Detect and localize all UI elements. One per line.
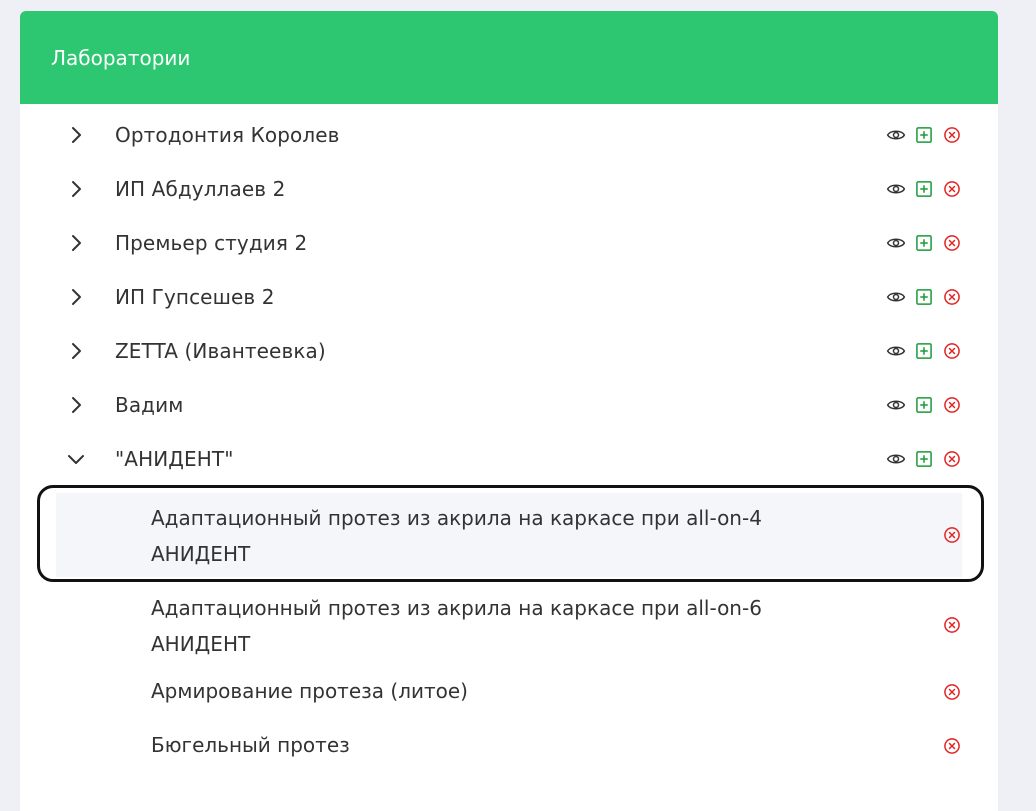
chevron-right-icon[interactable] (64, 285, 88, 309)
lab-row[interactable]: Вадим (56, 392, 962, 418)
lab-actions (886, 179, 962, 199)
plus-square-icon[interactable] (914, 449, 934, 469)
lab-name[interactable]: ZETTA (Ивантеевка) (115, 339, 326, 363)
service-item[interactable]: Адаптационный протез из акрила на каркас… (56, 583, 962, 667)
lab-name[interactable]: Вадим (115, 393, 183, 417)
lab-name[interactable]: Премьер студия 2 (115, 231, 307, 255)
eye-icon[interactable] (886, 233, 906, 253)
panel-title: Лаборатории (51, 45, 191, 70)
x-circle-icon[interactable] (942, 449, 962, 469)
x-circle-icon[interactable] (942, 525, 962, 545)
plus-square-icon[interactable] (914, 179, 934, 199)
eye-icon[interactable] (886, 125, 906, 145)
chevron-down-icon[interactable] (64, 447, 88, 471)
x-circle-icon[interactable] (942, 615, 962, 635)
chevron-right-icon[interactable] (64, 177, 88, 201)
x-circle-icon[interactable] (942, 287, 962, 307)
lab-actions (886, 395, 962, 415)
eye-icon[interactable] (886, 287, 906, 307)
plus-square-icon[interactable] (914, 395, 934, 415)
chevron-right-icon[interactable] (64, 123, 88, 147)
x-circle-icon[interactable] (942, 736, 962, 756)
x-circle-icon[interactable] (942, 341, 962, 361)
eye-icon[interactable] (886, 395, 906, 415)
lab-row[interactable]: Премьер студия 2 (56, 230, 962, 256)
x-circle-icon[interactable] (942, 125, 962, 145)
eye-icon[interactable] (886, 449, 906, 469)
plus-square-icon[interactable] (914, 233, 934, 253)
service-item[interactable]: Бюгельный протез (56, 727, 962, 767)
chevron-right-icon[interactable] (64, 339, 88, 363)
x-circle-icon[interactable] (942, 233, 962, 253)
service-item[interactable]: Армирование протеза (литое) (56, 673, 962, 713)
laboratories-panel: Лаборатории Ортодонтия Королев ИП Абдулл… (20, 11, 998, 811)
service-name[interactable]: Армирование протеза (литое) (151, 673, 468, 709)
lab-actions (886, 287, 962, 307)
lab-name[interactable]: ИП Гупсешев 2 (115, 285, 275, 309)
plus-square-icon[interactable] (914, 287, 934, 307)
x-circle-icon[interactable] (942, 395, 962, 415)
lab-row[interactable]: ИП Абдуллаев 2 (56, 176, 962, 202)
x-circle-icon[interactable] (942, 682, 962, 702)
service-name[interactable]: Адаптационный протез из акрила на каркас… (151, 500, 762, 572)
plus-square-icon[interactable] (914, 125, 934, 145)
lab-actions (886, 449, 962, 469)
lab-actions (886, 125, 962, 145)
service-name[interactable]: Адаптационный протез из акрила на каркас… (151, 590, 762, 662)
eye-icon[interactable] (886, 341, 906, 361)
lab-actions (886, 233, 962, 253)
x-circle-icon[interactable] (942, 179, 962, 199)
chevron-right-icon[interactable] (64, 231, 88, 255)
chevron-right-icon[interactable] (64, 393, 88, 417)
lab-name[interactable]: Ортодонтия Королев (115, 123, 340, 147)
lab-row[interactable]: ZETTA (Ивантеевка) (56, 338, 962, 364)
service-item-selected[interactable]: Адаптационный протез из акрила на каркас… (56, 493, 962, 577)
lab-row-expanded[interactable]: "АНИДЕНТ" (56, 446, 962, 472)
panel-header: Лаборатории (20, 11, 998, 104)
lab-name[interactable]: ИП Абдуллаев 2 (115, 177, 285, 201)
lab-row[interactable]: ИП Гупсешев 2 (56, 284, 962, 310)
plus-square-icon[interactable] (914, 341, 934, 361)
lab-actions (886, 341, 962, 361)
lab-name[interactable]: "АНИДЕНТ" (115, 447, 234, 471)
service-name[interactable]: Бюгельный протез (151, 727, 350, 763)
lab-row[interactable]: Ортодонтия Королев (56, 122, 962, 148)
eye-icon[interactable] (886, 179, 906, 199)
